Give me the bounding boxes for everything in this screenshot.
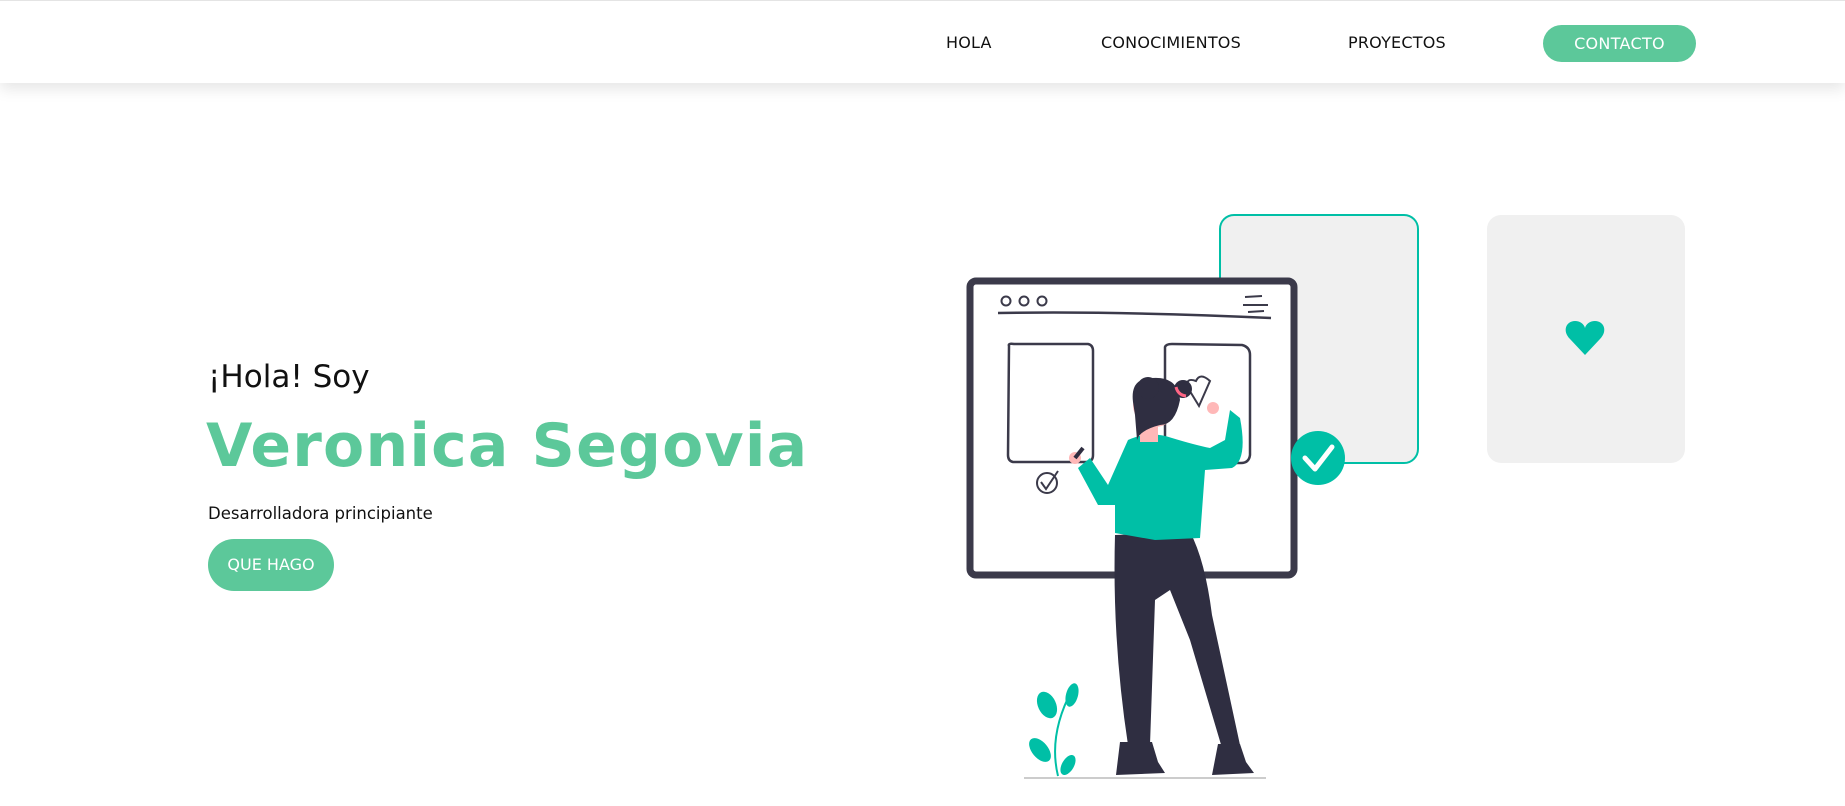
plant-leaf — [1029, 738, 1051, 762]
check-badge-icon — [1291, 431, 1345, 485]
top-navbar: HOLA CONOCIMIENTOS PROYECTOS CONTACTO — [0, 0, 1845, 83]
hero-illustration — [966, 214, 1685, 779]
nav-link-proyectos[interactable]: PROYECTOS — [1348, 33, 1446, 52]
contact-button[interactable]: CONTACTO — [1543, 25, 1696, 62]
nav-link-hola[interactable]: HOLA — [946, 33, 992, 52]
nav-link-conocimientos[interactable]: CONOCIMIENTOS — [1101, 33, 1241, 52]
plant-leaf — [1060, 755, 1076, 775]
plant-leaf — [1036, 691, 1058, 719]
portfolio-page: HOLA CONOCIMIENTOS PROYECTOS CONTACTO ¡H… — [0, 0, 1845, 806]
